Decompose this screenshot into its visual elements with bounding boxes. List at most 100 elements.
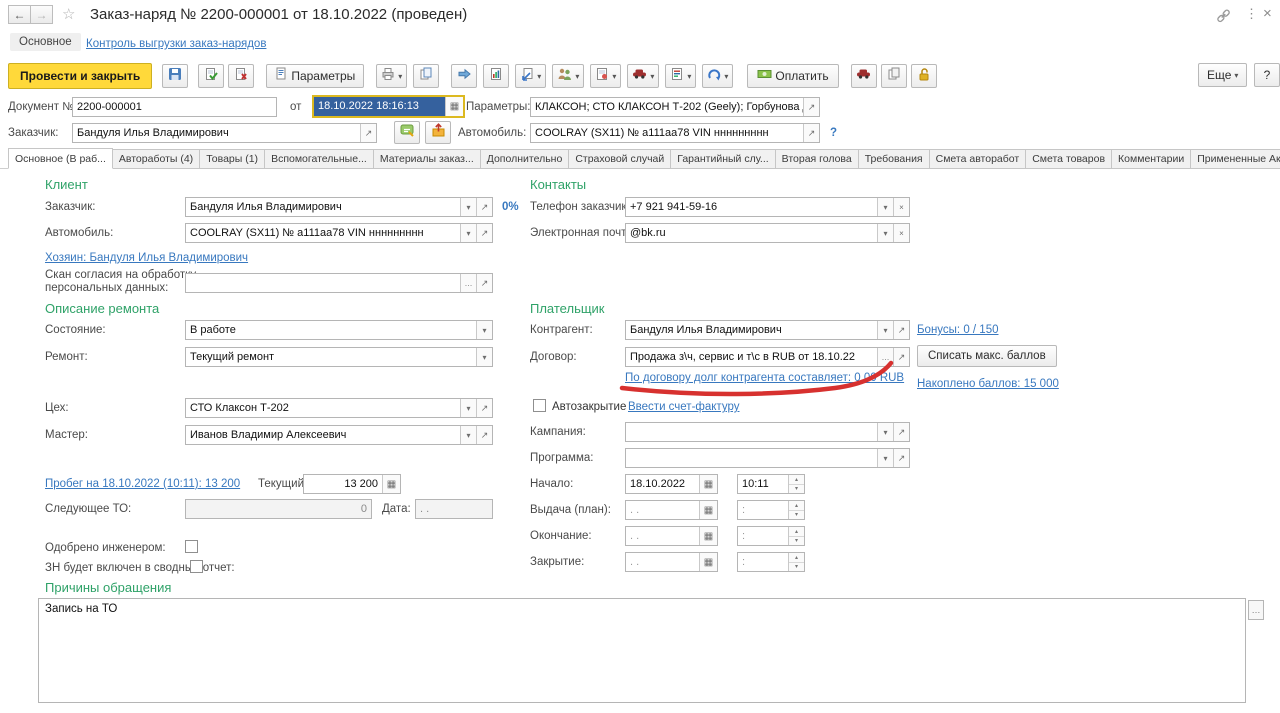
tab-goods[interactable]: Товары (1) xyxy=(200,149,265,169)
client-car-field[interactable]: COOLRAY (SX11) № а111аа78 VIN ннннннннн … xyxy=(185,223,493,243)
tab-additional[interactable]: Дополнительно xyxy=(481,149,570,169)
tab-works-estimate[interactable]: Смета авторабот xyxy=(930,149,1027,169)
dropdown-icon[interactable]: ▾ xyxy=(460,198,476,216)
phone-field[interactable]: +7 921 941-59-16 ▾ × xyxy=(625,197,910,217)
dropdown-icon[interactable]: ▾ xyxy=(460,426,476,444)
time-spinner[interactable]: ▴▾ xyxy=(788,527,804,545)
help-button[interactable]: ? xyxy=(1254,63,1280,87)
plan-issue-date-field[interactable]: . . ▦ xyxy=(625,500,718,520)
doc-params-field[interactable]: КЛАКСОН; СТО КЛАКСОН Т-202 (Geely); Горб… xyxy=(530,97,820,117)
contact-edit-button[interactable] xyxy=(394,121,420,144)
accumulated-bonuses-link[interactable]: Накоплено баллов: 15 000 xyxy=(917,378,1059,390)
tab-auxiliary[interactable]: Вспомогательные... xyxy=(265,149,374,169)
open-icon[interactable]: ↗ xyxy=(893,321,909,339)
forward-button[interactable]: → xyxy=(30,5,53,24)
document-print-button[interactable]: ▾ xyxy=(590,64,621,88)
master-field[interactable]: Иванов Владимир Алексеевич ▾ ↗ xyxy=(185,425,493,445)
dropdown-icon[interactable]: ▾ xyxy=(476,321,492,339)
approved-checkbox[interactable] xyxy=(185,540,198,553)
back-button[interactable]: ← xyxy=(8,5,31,24)
close-date-field[interactable]: . . ▦ xyxy=(625,552,718,572)
end-time-field[interactable]: : ▴▾ xyxy=(737,526,805,546)
scan-consent-field[interactable]: … ↗ xyxy=(185,273,493,293)
dropdown-icon[interactable]: ▾ xyxy=(877,321,893,339)
customers-button[interactable]: ▾ xyxy=(552,64,584,88)
time-spinner[interactable]: ▴▾ xyxy=(788,475,804,493)
tab-second-head[interactable]: Вторая голова xyxy=(776,149,859,169)
tab-comments[interactable]: Комментарии xyxy=(1112,149,1191,169)
ellipsis-icon[interactable]: … xyxy=(460,274,476,292)
open-icon[interactable]: ↗ xyxy=(893,423,909,441)
start-time-field[interactable]: 10:11 ▴▾ xyxy=(737,474,805,494)
calendar-icon[interactable]: ▦ xyxy=(699,527,717,545)
report-button[interactable] xyxy=(483,64,509,88)
discount-badge[interactable]: 0% xyxy=(502,201,519,213)
calendar-icon[interactable]: ▦ xyxy=(699,501,717,519)
tab-autoworks[interactable]: Автоработы (4) xyxy=(113,149,200,169)
tab-customer-materials[interactable]: Материалы заказ... xyxy=(374,149,481,169)
more-button[interactable]: Еще ▾ xyxy=(1198,63,1247,87)
enter-invoice-link[interactable]: Ввести счет-фактуру xyxy=(628,401,739,413)
report-menu-button[interactable]: ▾ xyxy=(665,64,696,88)
contractor-field[interactable]: Бандуля Илья Владимирович ▾ ↗ xyxy=(625,320,910,340)
load-button[interactable]: ▾ xyxy=(515,64,546,88)
tab-requirements[interactable]: Требования xyxy=(859,149,930,169)
client-customer-field[interactable]: Бандуля Илья Владимирович ▾ ↗ xyxy=(185,197,493,217)
bonuses-link[interactable]: Бонусы: 0 / 150 xyxy=(917,324,999,336)
autoclose-checkbox[interactable] xyxy=(533,399,546,412)
email-field[interactable]: @bk.ru ▾ × xyxy=(625,223,910,243)
open-icon[interactable]: ↗ xyxy=(476,274,492,292)
doc-datetime-field[interactable]: 18.10.2022 18:16:13 ▦ xyxy=(312,95,465,118)
nav-unload-control-link[interactable]: Контроль выгрузки заказ-нарядов xyxy=(86,38,266,50)
mileage-link[interactable]: Пробег на 18.10.2022 (10:11): 13 200 xyxy=(45,478,240,490)
plan-issue-time-field[interactable]: : ▴▾ xyxy=(737,500,805,520)
dropdown-icon[interactable]: ▾ xyxy=(877,224,893,242)
vehicle-button[interactable]: ▾ xyxy=(627,64,659,88)
tab-goods-estimate[interactable]: Смета товаров xyxy=(1026,149,1112,169)
post-and-close-button[interactable]: Провести и закрыть xyxy=(8,63,152,89)
dropdown-icon[interactable]: ▾ xyxy=(877,449,893,467)
campaign-field[interactable]: ▾ ↗ xyxy=(625,422,910,442)
doc-car-field[interactable]: COOLRAY (SX11) № а111аа78 VIN ннннннннн … xyxy=(530,123,820,143)
program-field[interactable]: ▾ ↗ xyxy=(625,448,910,468)
tab-warranty[interactable]: Гарантийный слу... xyxy=(671,149,775,169)
pay-button[interactable]: Оплатить xyxy=(747,64,838,88)
post-document-button[interactable] xyxy=(198,64,224,88)
tab-applied-promos[interactable]: Примененные Ак... xyxy=(1191,149,1280,169)
calc-icon[interactable]: ▦ xyxy=(382,475,400,493)
upload-button[interactable] xyxy=(425,121,451,144)
spinner-down-icon[interactable]: ▾ xyxy=(789,484,804,494)
spinner-down-icon[interactable]: ▾ xyxy=(789,510,804,520)
dropdown-icon[interactable]: ▾ xyxy=(877,198,893,216)
calendar-icon[interactable]: ▦ xyxy=(699,475,717,493)
print-button[interactable]: ▾ xyxy=(376,64,407,88)
summary-report-checkbox[interactable] xyxy=(190,560,203,573)
open-icon[interactable]: ↗ xyxy=(360,124,376,142)
open-icon[interactable]: ↗ xyxy=(476,198,492,216)
clear-icon[interactable]: × xyxy=(893,198,909,216)
reasons-textarea[interactable]: Запись на ТО xyxy=(38,598,1246,703)
navigate-button[interactable] xyxy=(451,64,477,88)
open-icon[interactable]: ↗ xyxy=(803,124,819,142)
unlock-button[interactable] xyxy=(911,64,937,88)
open-icon[interactable]: ↗ xyxy=(803,98,819,116)
end-date-field[interactable]: . . ▦ xyxy=(625,526,718,546)
shop-field[interactable]: СТО Клаксон Т-202 ▾ ↗ xyxy=(185,398,493,418)
doc-customer-field[interactable]: Бандуля Илья Владимирович ↗ xyxy=(72,123,377,143)
parameters-button[interactable]: Параметры xyxy=(266,64,364,88)
open-icon[interactable]: ↗ xyxy=(476,224,492,242)
calendar-icon[interactable]: ▦ xyxy=(445,97,463,116)
close-icon[interactable]: × xyxy=(1263,5,1272,22)
start-date-field[interactable]: 18.10.2022 ▦ xyxy=(625,474,718,494)
save-button[interactable] xyxy=(162,64,188,88)
actions-button[interactable]: ▾ xyxy=(702,64,733,88)
spinner-up-icon[interactable]: ▴ xyxy=(789,501,804,510)
get-link-icon[interactable] xyxy=(1215,8,1232,28)
reasons-expand-button[interactable]: … xyxy=(1248,600,1264,620)
dropdown-icon[interactable]: ▾ xyxy=(460,224,476,242)
calendar-icon[interactable]: ▦ xyxy=(699,553,717,571)
favorite-star-icon[interactable]: ☆ xyxy=(62,5,75,23)
repair-type-field[interactable]: Текущий ремонт ▾ xyxy=(185,347,493,367)
doc-number-field[interactable]: 2200-000001 xyxy=(72,97,277,117)
vehicle-history-button[interactable] xyxy=(851,64,877,88)
